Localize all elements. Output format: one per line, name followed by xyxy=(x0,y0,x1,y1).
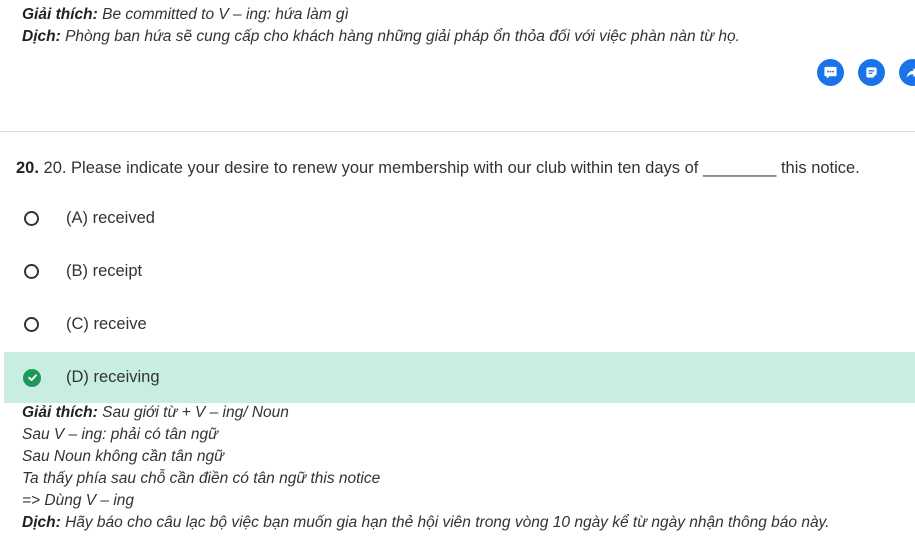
explain-line: Sau V – ing: phải có tân ngữ xyxy=(22,426,218,443)
check-circle-icon[interactable] xyxy=(23,368,41,387)
option-b[interactable]: (B) receipt xyxy=(4,246,915,297)
chat-icon xyxy=(824,66,837,79)
explain-line: Ta thấy phía sau chỗ cần điền có tân ngữ… xyxy=(22,470,381,487)
note-button[interactable] xyxy=(858,59,885,86)
note-icon xyxy=(866,67,877,78)
translate-label: Dịch: xyxy=(22,28,61,45)
radio-circle-icon[interactable] xyxy=(24,264,39,279)
translate-text: Phòng ban hứa sẽ cung cấp cho khách hàng… xyxy=(65,28,740,45)
translate-text: Hãy báo cho câu lạc bộ việc bạn muốn gia… xyxy=(65,514,830,531)
explain-line: Sau Noun không cần tân ngữ xyxy=(22,448,224,465)
action-buttons xyxy=(817,59,915,86)
translate-line: Dịch: Hãy báo cho câu lạc bộ việc bạn mu… xyxy=(22,512,829,534)
comment-button[interactable] xyxy=(817,59,844,86)
option-c[interactable]: (C) receive xyxy=(4,299,915,350)
option-d[interactable]: (D) receiving xyxy=(4,352,915,403)
share-icon xyxy=(906,67,915,78)
explain-label: Giải thích: xyxy=(22,404,98,421)
radio-circle-icon[interactable] xyxy=(24,211,39,226)
question-text: 20. 20. Please indicate your desire to r… xyxy=(16,156,911,180)
option-label: (B) receipt xyxy=(66,262,143,280)
explain-text: Sau giới từ + V – ing/ Noun xyxy=(102,404,289,421)
translate-label: Dịch: xyxy=(22,514,61,531)
explain-line: => Dùng V – ing xyxy=(22,492,135,509)
explain-text: Be committed to V – ing: hứa làm gì xyxy=(102,6,349,23)
previous-explain-line: Giải thích: Be committed to V – ing: hứa… xyxy=(22,4,740,26)
option-label: (C) receive xyxy=(66,315,147,333)
question-body: 20. Please indicate your desire to renew… xyxy=(43,159,860,177)
explain-label: Giải thích: xyxy=(22,6,98,23)
share-button[interactable] xyxy=(899,59,915,86)
answer-explanation: Giải thích: Sau giới từ + V – ing/ Noun … xyxy=(22,402,829,534)
option-a[interactable]: (A) received xyxy=(4,193,915,244)
previous-explanation: Giải thích: Be committed to V – ing: hứa… xyxy=(22,4,740,48)
question-number: 20. xyxy=(16,159,39,177)
explain-line: Giải thích: Sau giới từ + V – ing/ Noun xyxy=(22,402,829,424)
previous-translate-line: Dịch: Phòng ban hứa sẽ cung cấp cho khác… xyxy=(22,26,740,48)
section-divider xyxy=(0,131,915,132)
option-label: (D) receiving xyxy=(66,368,160,386)
radio-circle-icon[interactable] xyxy=(24,317,39,332)
option-label: (A) received xyxy=(66,209,155,227)
